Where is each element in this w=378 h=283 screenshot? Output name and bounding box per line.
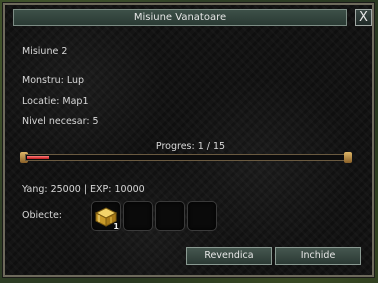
- items-label: Obiecte:: [22, 210, 62, 221]
- required-level-text: Nivel necesar: 5: [22, 116, 99, 127]
- close-window-button[interactable]: Inchide: [275, 247, 361, 265]
- progress-bar-right-cap: [344, 152, 352, 163]
- hunting-mission-window: Misiune Vanatoare X Misiune 2 Monstru: L…: [2, 2, 375, 278]
- location-text: Locatie: Map1: [22, 96, 89, 107]
- progress-bar: [25, 154, 352, 161]
- item-slot[interactable]: 1: [91, 201, 121, 231]
- close-button[interactable]: X: [355, 9, 372, 26]
- reward-text: Yang: 25000 | EXP: 10000: [22, 184, 145, 195]
- claim-button[interactable]: Revendica: [186, 247, 272, 265]
- window-title-bar[interactable]: Misiune Vanatoare: [13, 9, 347, 26]
- item-slot[interactable]: [123, 201, 153, 231]
- progress-label: Progres: 1 / 15: [155, 141, 226, 152]
- progress-bar-fill: [27, 156, 49, 159]
- item-slot[interactable]: [187, 201, 217, 231]
- mission-name: Misiune 2: [22, 46, 68, 57]
- monster-text: Monstru: Lup: [22, 75, 85, 86]
- window-title: Misiune Vanatoare: [133, 12, 227, 23]
- item-slot[interactable]: [155, 201, 185, 231]
- item-count: 1: [113, 222, 119, 231]
